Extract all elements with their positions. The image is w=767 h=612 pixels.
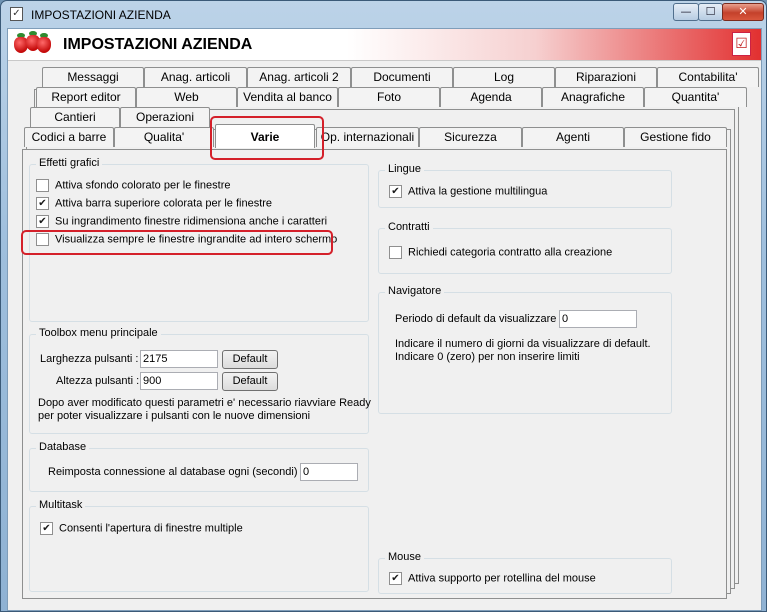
group-title: Effetti grafici [36, 157, 103, 169]
checkbox-ridimensiona-caratteri[interactable]: ✔ Su ingrandimento finestre ridimensiona … [36, 215, 327, 231]
window-frame: ✓ IMPOSTAZIONI AZIENDA — ☐ ✕ IMPOSTAZION… [0, 0, 767, 612]
window-title: IMPOSTAZIONI AZIENDA [31, 8, 171, 22]
group-mouse: Mouse ✔ Attiva supporto per rotellina del… [378, 551, 672, 594]
tab-anagrafiche[interactable]: Anagrafiche [542, 87, 644, 107]
tab-operazioni[interactable]: Operazioni [120, 107, 210, 127]
group-title: Contratti [385, 221, 433, 233]
tab-panel-varie: Effetti grafici Attiva sfondo colorato p… [21, 149, 727, 599]
tab-cantieri[interactable]: Cantieri [30, 107, 120, 127]
navigatore-note: Indicare il numero di giorni da visualiz… [395, 338, 651, 350]
height-default-button[interactable]: Default [222, 372, 278, 391]
navigatore-period-label: Periodo di default da visualizzare : [395, 313, 563, 325]
checkbox-finestre-multiple[interactable]: ✔ Consenti l'apertura di finestre multipl… [40, 522, 243, 538]
width-label: Larghezza pulsanti : [40, 353, 139, 365]
checkbox-categoria-contratto[interactable]: Richiedi categoria contratto alla creazi… [389, 246, 612, 262]
checkbox-multilingua[interactable]: ✔ Attiva la gestione multilingua [389, 185, 547, 201]
header-banner: IMPOSTAZIONI AZIENDA ☑ [8, 29, 761, 61]
navigatore-note: Indicare 0 (zero) per non inserire limit… [395, 351, 580, 363]
group-lingue: Lingue ✔ Attiva la gestione multilingua [378, 163, 672, 208]
group-contratti: Contratti Richiedi categoria contratto a… [378, 221, 672, 274]
checkbox-rotellina-mouse[interactable]: ✔ Attiva supporto per rotellina del mouse [389, 572, 596, 588]
checkbox-box[interactable]: ✔ [389, 572, 402, 585]
group-title: Mouse [385, 551, 425, 563]
tab-qualita[interactable]: Qualita' [114, 127, 214, 147]
group-title: Toolbox menu principale [36, 327, 161, 339]
width-default-button[interactable]: Default [222, 350, 278, 369]
tab-op-internazionali[interactable]: Op. internazionali [316, 127, 419, 147]
highlight-outline [210, 116, 324, 160]
checkbox-barra-superiore[interactable]: ✔ Attiva barra superiore colorata per le … [36, 197, 272, 213]
checkbox-box[interactable]: ✔ [40, 522, 53, 535]
toolbox-note: Dopo aver modificato questi parametri e'… [38, 397, 371, 409]
page-title: IMPOSTAZIONI AZIENDA [63, 36, 253, 53]
tab-quantita[interactable]: Quantita' [644, 87, 747, 107]
tab-documenti[interactable]: Documenti [351, 67, 453, 87]
checklist-icon[interactable]: ☑ [732, 32, 751, 56]
maximize-button[interactable]: ☐ [698, 3, 723, 21]
group-navigatore: Navigatore Periodo di default da visuali… [378, 285, 672, 414]
group-title: Lingue [385, 163, 425, 175]
group-title: Multitask [36, 499, 86, 511]
tab-web[interactable]: Web [136, 87, 237, 107]
checkbox-box[interactable] [389, 246, 402, 259]
highlight-outline [21, 230, 333, 255]
tab-riparazioni[interactable]: Riparazioni [555, 67, 657, 87]
database-reconnect-label: Reimposta connessione al database ogni (… [48, 466, 304, 478]
toolbox-note: per poter visualizzare i pulsanti con le… [38, 410, 311, 422]
group-title: Database [36, 441, 90, 453]
tab-sicurezza[interactable]: Sicurezza [419, 127, 522, 147]
checkbox-box[interactable]: ✔ [36, 197, 49, 210]
tab-messaggi[interactable]: Messaggi [42, 67, 144, 87]
checkbox-sfondo-colorato[interactable]: Attiva sfondo colorato per le finestre [36, 179, 230, 195]
database-reconnect-input[interactable]: 0 [300, 463, 358, 481]
checkbox-box[interactable]: ✔ [36, 215, 49, 228]
group-toolbox: Toolbox menu principale Larghezza pulsan… [29, 327, 371, 434]
app-checklist-icon: ✓ [10, 7, 23, 21]
button-width-input[interactable]: 2175 [140, 350, 218, 368]
tab-codici-a-barre[interactable]: Codici a barre [24, 127, 114, 147]
tab-report-editor[interactable]: Report editor [36, 87, 136, 107]
group-database: Database Reimposta connessione al databa… [29, 441, 369, 492]
navigatore-period-input[interactable]: 0 [559, 310, 637, 328]
tab-foto[interactable]: Foto [338, 87, 440, 107]
close-button[interactable]: ✕ [722, 3, 764, 21]
window-client-area: IMPOSTAZIONI AZIENDA ☑ Messaggi Anag. ar… [7, 28, 762, 611]
group-title: Navigatore [385, 285, 445, 297]
tab-agenti[interactable]: Agenti [522, 127, 624, 147]
minimize-button[interactable]: — [673, 3, 699, 21]
title-bar[interactable]: ✓ IMPOSTAZIONI AZIENDA — ☐ ✕ [1, 1, 766, 27]
button-height-input[interactable]: 900 [140, 372, 218, 390]
checkbox-box[interactable]: ✔ [389, 185, 402, 198]
checkbox-box[interactable] [36, 179, 49, 192]
tab-vendita-al-banco[interactable]: Vendita al banco [237, 87, 338, 107]
tab-anag-articoli-2[interactable]: Anag. articoli 2 [247, 67, 351, 87]
group-multitask: Multitask ✔ Consenti l'apertura di finest… [29, 499, 369, 592]
tab-agenda[interactable]: Agenda [440, 87, 542, 107]
tab-log[interactable]: Log [453, 67, 555, 87]
tab-contabilita[interactable]: Contabilita' [657, 67, 759, 87]
tab-anag-articoli[interactable]: Anag. articoli [144, 67, 247, 87]
tab-gestione-fido[interactable]: Gestione fido [624, 127, 727, 147]
height-label: Altezza pulsanti : [56, 375, 140, 387]
strawberry-icon [37, 37, 51, 53]
